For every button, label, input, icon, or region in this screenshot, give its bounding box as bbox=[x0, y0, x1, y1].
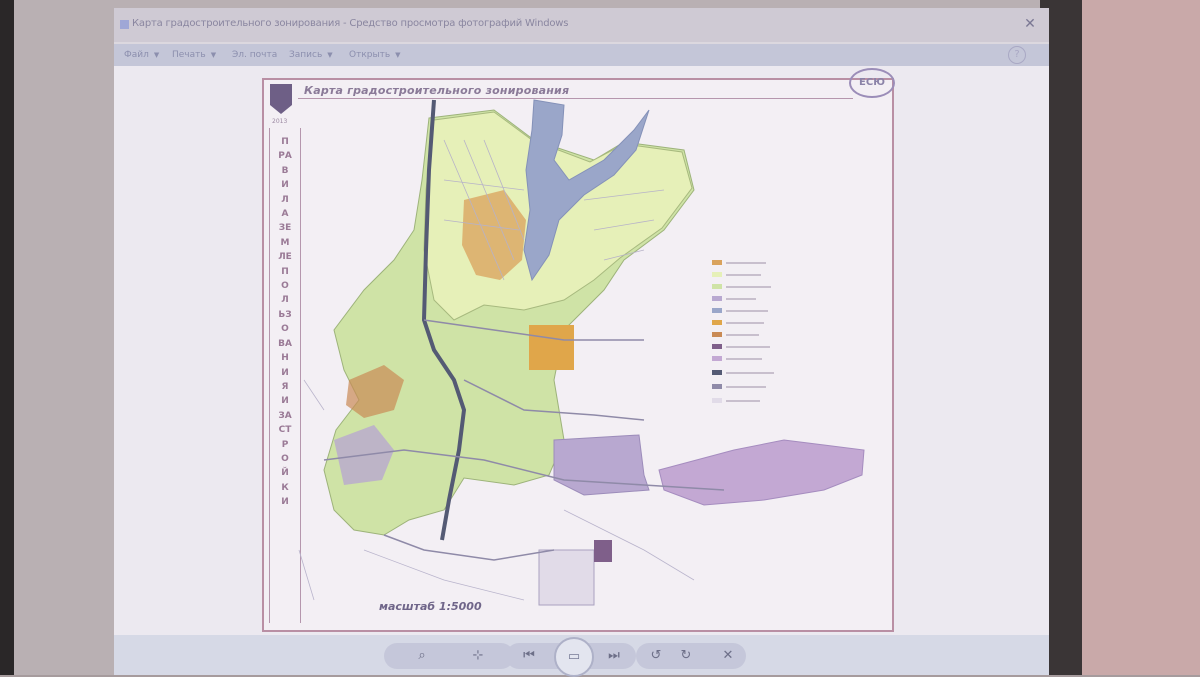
title-bar: Карта градостроительного зонирования - С… bbox=[114, 8, 1049, 42]
delete-icon[interactable]: ✕ bbox=[716, 645, 740, 667]
next-icon[interactable]: ⏭ bbox=[601, 645, 627, 667]
slideshow-button[interactable]: ▭ bbox=[554, 637, 594, 677]
legend-swatch bbox=[712, 344, 722, 349]
legend-swatch bbox=[712, 320, 722, 325]
legend-text-line bbox=[726, 358, 762, 360]
menu-email-label: Эл. почта bbox=[232, 50, 278, 60]
legend-text-line bbox=[726, 298, 756, 300]
menu-file[interactable]: Файл ▼ bbox=[124, 50, 159, 60]
chevron-down-icon: ▼ bbox=[395, 51, 401, 59]
legend-text-line bbox=[726, 262, 766, 264]
orange-block-zone bbox=[529, 325, 574, 370]
previous-icon[interactable]: ⏮ bbox=[516, 645, 542, 667]
zoning-map-document: 2013 Карта градостроительного зонировани… bbox=[262, 68, 895, 632]
zoom-controls-group bbox=[384, 643, 514, 669]
menu-bar: Файл ▼ Печать ▼ Эл. почта Запись ▼ Открыть ▼… bbox=[114, 44, 1049, 66]
southern-dark-block bbox=[594, 540, 612, 562]
legend-text-line bbox=[726, 286, 771, 288]
projected-screen: Карта градостроительного зонирования - С… bbox=[14, 0, 1049, 677]
menu-print[interactable]: Печать ▼ bbox=[172, 50, 216, 60]
legend-swatch bbox=[712, 284, 722, 289]
menu-file-label: Файл bbox=[124, 50, 149, 60]
legend-text-line bbox=[726, 372, 774, 374]
legend-swatch bbox=[712, 272, 722, 277]
menu-open[interactable]: Открыть ▼ bbox=[349, 50, 401, 60]
industrial-zone-east bbox=[658, 439, 865, 506]
chevron-down-icon: ▼ bbox=[153, 51, 160, 59]
legend-text-line bbox=[726, 386, 766, 388]
rotate-right-icon[interactable]: ↻ bbox=[674, 645, 698, 667]
image-viewport[interactable]: 2013 Карта градостроительного зонировани… bbox=[114, 66, 1049, 641]
legend-swatch bbox=[712, 260, 722, 265]
legend-text-line bbox=[726, 346, 770, 348]
legend-text-line bbox=[726, 334, 759, 336]
zoom-icon[interactable]: ⌕ bbox=[409, 645, 435, 667]
legend-text-line bbox=[726, 310, 768, 312]
legend-text-line bbox=[726, 274, 761, 276]
viewer-control-bar: ⌕ ⊹ ⏮ ▭ ⏭ ↺ ↻ ✕ bbox=[114, 635, 1049, 677]
legend-text-line bbox=[726, 322, 764, 324]
room-wall-right bbox=[1082, 0, 1200, 675]
industrial-zone-center bbox=[553, 434, 650, 496]
southern-block-zone bbox=[538, 549, 595, 606]
photo-viewer-window: Карта градостроительного зонирования - С… bbox=[114, 8, 1049, 677]
chevron-down-icon: ▼ bbox=[210, 51, 217, 59]
legend-swatch bbox=[712, 332, 722, 337]
room-wall-left bbox=[0, 0, 14, 675]
fit-to-window-icon[interactable]: ⊹ bbox=[466, 645, 490, 667]
app-icon bbox=[120, 20, 129, 29]
legend-swatch bbox=[712, 370, 722, 375]
menu-open-label: Открыть bbox=[349, 50, 391, 60]
rotate-left-icon[interactable]: ↺ bbox=[644, 645, 668, 667]
legend-swatch bbox=[712, 384, 722, 389]
map-scale: масштаб 1:5000 bbox=[379, 600, 482, 613]
legend-swatch bbox=[712, 356, 722, 361]
legend-swatch bbox=[712, 398, 722, 403]
window-title: Карта градостроительного зонирования - С… bbox=[132, 18, 569, 29]
chevron-down-icon: ▼ bbox=[327, 51, 333, 59]
menu-print-label: Печать bbox=[172, 50, 206, 60]
close-button[interactable]: ✕ bbox=[1019, 14, 1041, 34]
zoning-map bbox=[298, 99, 865, 606]
menu-email[interactable]: Эл. почта bbox=[232, 50, 277, 60]
help-icon[interactable]: ? bbox=[1008, 46, 1026, 64]
legend-swatch bbox=[712, 308, 722, 313]
legend-text-line bbox=[726, 400, 760, 402]
map-legend bbox=[712, 260, 782, 430]
menu-burn[interactable]: Запись ▼ bbox=[289, 50, 333, 60]
legend-swatch bbox=[712, 296, 722, 301]
menu-burn-label: Запись bbox=[289, 50, 323, 60]
